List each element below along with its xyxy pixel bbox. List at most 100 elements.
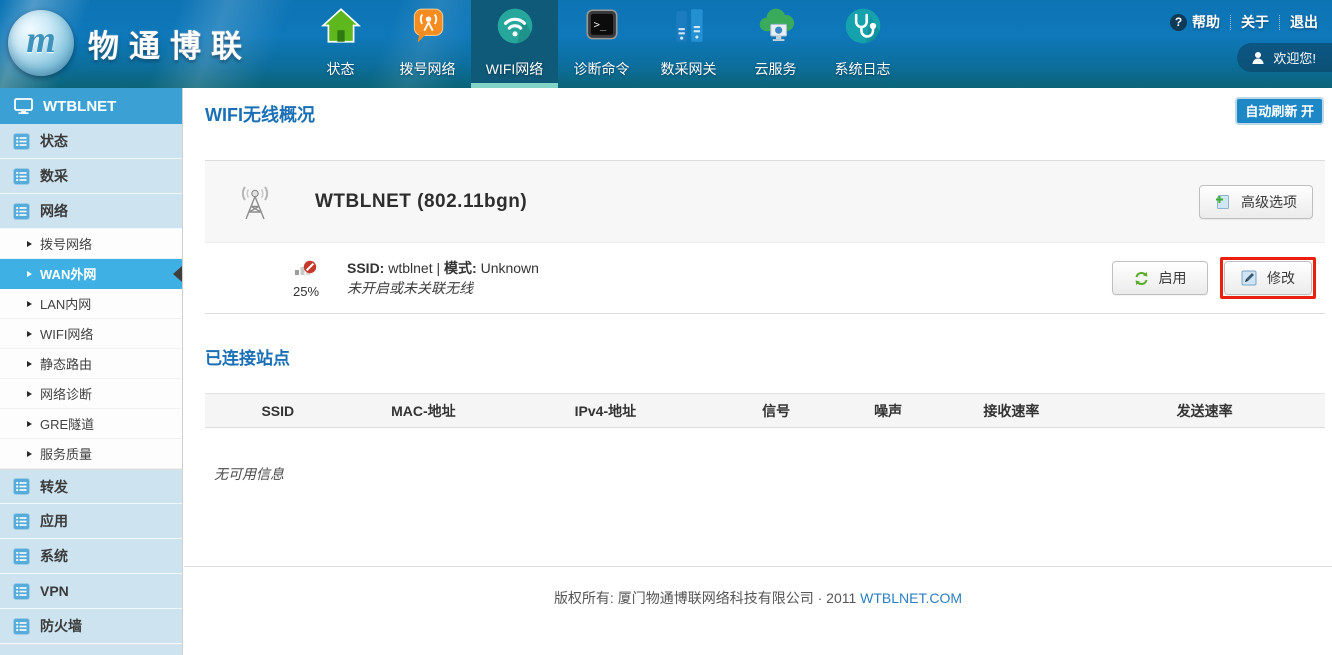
wifi-status-text: 未开启或未关联无线: [347, 278, 539, 298]
logout-link[interactable]: 退出: [1290, 12, 1318, 32]
main-nav: 状态 拨号网络 WIFI网络: [297, 0, 906, 88]
sidebar-item-static-route[interactable]: 静态路由: [0, 349, 182, 379]
sidebar-item-vpn[interactable]: VPN: [0, 574, 182, 609]
main-content: WIFI无线概况 自动刷新 开 WTBLNET (802.11bgn) 高级选项: [184, 88, 1332, 655]
sidebar-device-header: WTBLNET: [0, 88, 182, 124]
sidebar-item-application[interactable]: 应用: [0, 504, 182, 539]
highlight-box: 修改: [1220, 257, 1316, 299]
signal-percent: 25%: [282, 284, 330, 299]
caret-right-icon: [27, 421, 32, 427]
wifi-overview-panel: WTBLNET (802.11bgn) 高级选项 25%: [205, 160, 1325, 314]
help-icon: ?: [1170, 14, 1187, 31]
footer: 版权所有: 厦门物通博联网络科技有限公司 · 2011 WTBLNET.COM: [184, 566, 1332, 655]
sidebar-item-net-diagnostic[interactable]: 网络诊断: [0, 379, 182, 409]
cloud-service-icon: [755, 5, 797, 47]
sidebar-item-lan[interactable]: LAN内网: [0, 289, 182, 319]
wifi-status-row: 25% SSID: wtblnet | 模式: Unknown 未开启或未关联无…: [205, 243, 1325, 313]
list-icon: [13, 478, 30, 495]
sidebar-item-qos[interactable]: 服务质量: [0, 439, 182, 469]
connected-stations-table: SSID MAC-地址 IPv4-地址 信号 噪声 接收速率 发送速率: [205, 393, 1325, 428]
nav-tab-system-log[interactable]: 系统日志: [819, 0, 906, 88]
nav-tab-cloud-service[interactable]: 云服务: [732, 0, 819, 88]
dial-network-icon: [407, 5, 449, 47]
caret-right-icon: [27, 301, 32, 307]
logo-glyph: m: [26, 18, 56, 62]
sidebar-item-data-collect[interactable]: 数采: [0, 159, 182, 194]
column-header-mac: MAC-地址: [351, 394, 497, 428]
column-header-noise: 噪声: [838, 394, 939, 428]
home-icon: [320, 5, 362, 47]
column-header-ssid: SSID: [205, 394, 351, 428]
sidebar-item-forwarding[interactable]: 转发: [0, 469, 182, 504]
list-icon: [13, 133, 30, 150]
footer-link[interactable]: WTBLNET.COM: [860, 590, 962, 606]
antenna-icon: [235, 181, 275, 223]
caret-right-icon: [27, 271, 32, 277]
enable-button[interactable]: 启用: [1112, 261, 1208, 295]
auto-refresh-toggle[interactable]: 自动刷新 开: [1235, 97, 1324, 125]
list-icon: [13, 168, 30, 185]
column-header-rx-rate: 接收速率: [939, 394, 1085, 428]
modify-button[interactable]: 修改: [1224, 261, 1312, 295]
caret-right-icon: [27, 451, 32, 457]
nav-tab-status[interactable]: 状态: [297, 0, 384, 88]
nav-tab-diagnostic-command[interactable]: >_ 诊断命令: [558, 0, 645, 88]
device-name: WTBLNET: [43, 98, 116, 115]
connected-stations-title: 已连接站点: [205, 344, 1332, 369]
mode-value: Unknown: [481, 260, 539, 276]
no-data-message: 无可用信息: [214, 464, 1332, 484]
table-header-row: SSID MAC-地址 IPv4-地址 信号 噪声 接收速率 发送速率: [205, 394, 1325, 428]
sidebar-item-system[interactable]: 系统: [0, 539, 182, 574]
sidebar-item-status[interactable]: 状态: [0, 124, 182, 159]
sidebar-item-dial-network[interactable]: 拨号网络: [0, 229, 182, 259]
sidebar: WTBLNET 状态 数采 网络 拨号网络 WAN外网 LAN内网 WIFI网络…: [0, 88, 183, 655]
list-icon: [13, 203, 30, 220]
user-icon: [1251, 51, 1265, 65]
monitor-icon: [14, 98, 33, 114]
sidebar-item-firewall[interactable]: 防火墙: [0, 609, 182, 644]
nav-tab-dial-network[interactable]: 拨号网络: [384, 0, 471, 88]
sidebar-item-wifi[interactable]: WIFI网络: [0, 319, 182, 349]
caret-right-icon: [27, 391, 32, 397]
signal-disabled-icon: [294, 258, 318, 277]
wifi-network-title: WTBLNET (802.11bgn): [315, 191, 527, 213]
wifi-icon: [494, 5, 536, 47]
syslog-icon: [842, 5, 884, 47]
divider: [1279, 15, 1280, 30]
sidebar-item-gre-tunnel[interactable]: GRE隧道: [0, 409, 182, 439]
svg-text:>_: >_: [593, 19, 606, 31]
sidebar-item-wan[interactable]: WAN外网: [0, 259, 182, 289]
list-icon: [13, 513, 30, 530]
refresh-icon: [1134, 271, 1149, 286]
column-header-signal: 信号: [715, 394, 838, 428]
about-link[interactable]: 关于: [1241, 12, 1269, 32]
ssid-value: wtblnet: [388, 260, 432, 276]
ssid-line: SSID: wtblnet | 模式: Unknown: [347, 258, 539, 278]
list-icon: [13, 583, 30, 600]
nav-tab-data-gateway[interactable]: 数采网关: [645, 0, 732, 88]
brand-logo: m 物通博联: [8, 10, 252, 76]
divider: [1230, 15, 1231, 30]
wifi-action-buttons: 启用 修改: [1112, 257, 1316, 299]
caret-right-icon: [27, 361, 32, 367]
column-header-tx-rate: 发送速率: [1084, 394, 1325, 428]
top-header: m 物通博联 状态 拨号网络: [0, 0, 1332, 88]
sidebar-item-partial: [0, 644, 182, 655]
help-link[interactable]: 帮助: [1192, 12, 1220, 32]
nav-tab-wifi-network[interactable]: WIFI网络: [471, 0, 558, 88]
welcome-badge[interactable]: 欢迎您!: [1237, 43, 1332, 72]
list-icon: [13, 618, 30, 635]
advanced-options-icon: [1215, 194, 1231, 210]
sidebar-item-network[interactable]: 网络: [0, 194, 182, 229]
advanced-options-button[interactable]: 高级选项: [1199, 185, 1313, 219]
signal-block: 25%: [282, 258, 330, 299]
edit-icon: [1241, 270, 1257, 286]
copyright-text: 版权所有: 厦门物通博联网络科技有限公司 · 2011: [554, 590, 856, 606]
welcome-text: 欢迎您!: [1273, 48, 1316, 67]
caret-right-icon: [27, 331, 32, 337]
wifi-panel-header: WTBLNET (802.11bgn) 高级选项: [205, 161, 1325, 243]
gateway-icon: [668, 5, 710, 47]
brand-name: 物通博联: [88, 21, 252, 66]
list-icon: [13, 548, 30, 565]
wifi-info: SSID: wtblnet | 模式: Unknown 未开启或未关联无线: [347, 258, 539, 298]
